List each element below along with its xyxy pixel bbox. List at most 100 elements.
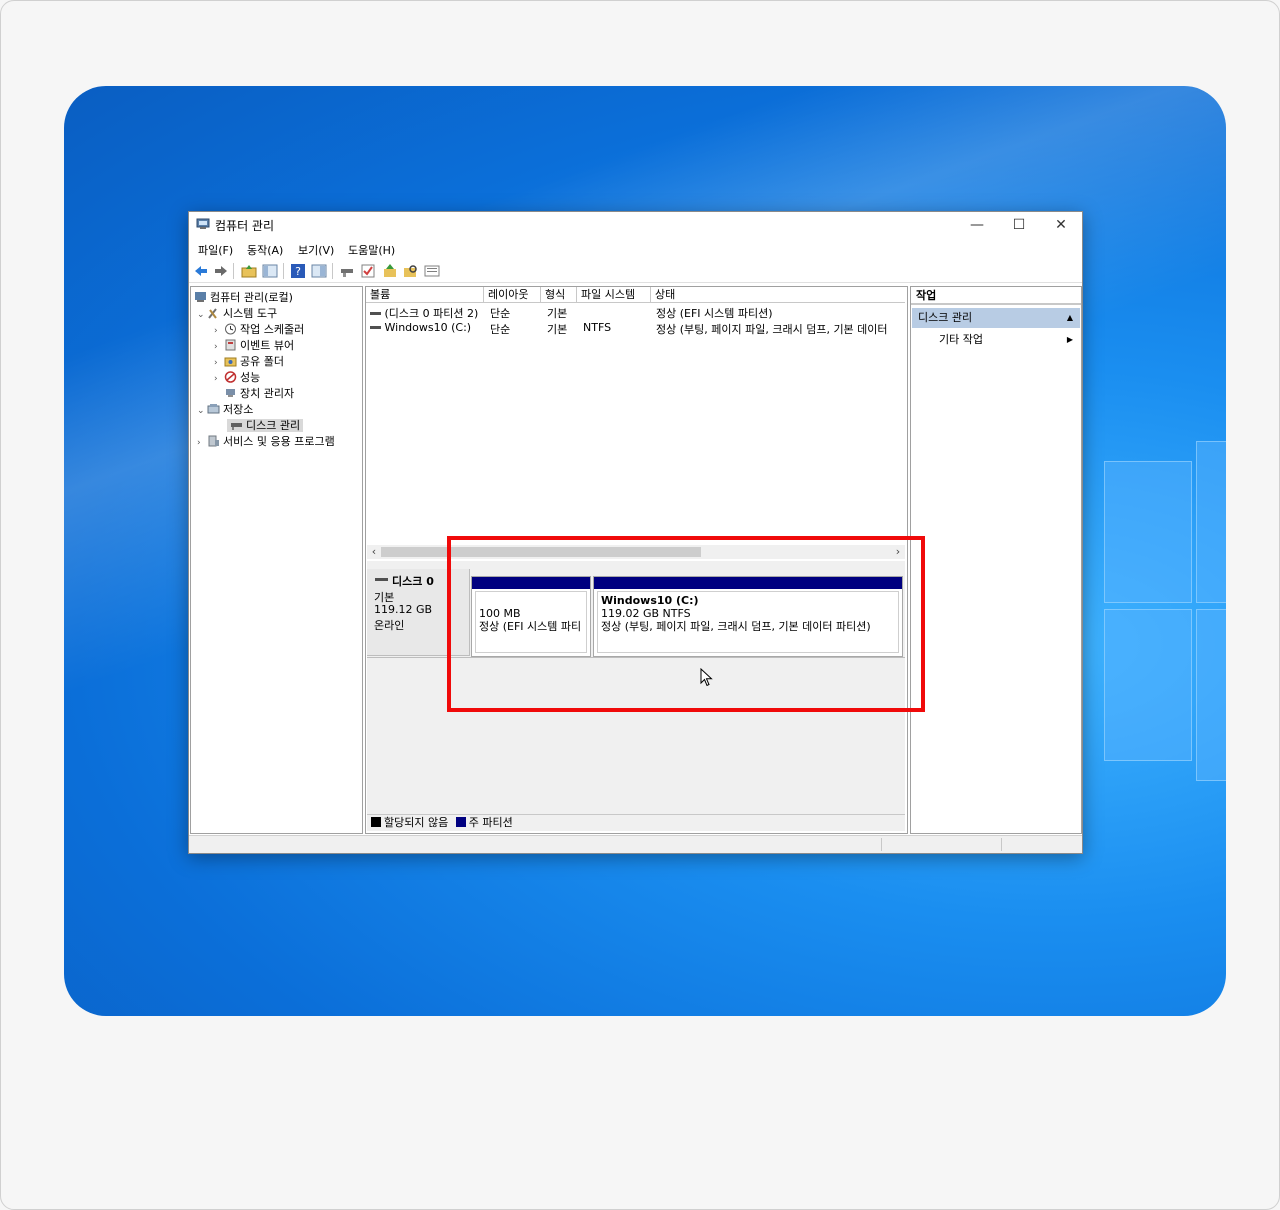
collapse-up-icon[interactable]: ▲ bbox=[1067, 308, 1073, 328]
toolbar-separator bbox=[233, 263, 234, 279]
volume-icon bbox=[370, 326, 381, 329]
chevron-down-icon[interactable]: ⌄ bbox=[197, 406, 207, 416]
status-cell: 정상 (EFI 시스템 파티션) bbox=[656, 307, 773, 320]
status-divider bbox=[1001, 838, 1002, 851]
menu-file[interactable]: 파일(F) bbox=[198, 242, 233, 258]
column-header-filesystem[interactable]: 파일 시스템 bbox=[577, 287, 651, 303]
column-header-type[interactable]: 형식 bbox=[541, 287, 577, 303]
partition-legend: 할당되지 않음 주 파티션 bbox=[367, 814, 905, 831]
search-folder-icon[interactable] bbox=[403, 263, 419, 279]
console-tree-icon[interactable] bbox=[262, 263, 278, 279]
toolbar: ? bbox=[189, 260, 1082, 283]
tree-label: 이벤트 뷰어 bbox=[240, 339, 295, 352]
actions-header: 작업 bbox=[911, 287, 1081, 305]
scroll-left-icon[interactable]: ‹ bbox=[367, 545, 381, 559]
tree-item-services-applications[interactable]: › 서비스 및 응용 프로그램 bbox=[197, 433, 335, 449]
back-arrow-icon[interactable] bbox=[193, 263, 209, 279]
close-button[interactable]: ✕ bbox=[1040, 212, 1082, 238]
volume-name: (디스크 0 파티션 2) bbox=[384, 307, 479, 320]
tree-label: 디스크 관리 bbox=[246, 419, 301, 432]
tree-item-computer-management[interactable]: 컴퓨터 관리(로컬) bbox=[194, 289, 293, 305]
volume-cell: Windows10 (C:) bbox=[370, 321, 471, 334]
disk-drive-icon bbox=[231, 423, 242, 430]
volume-name: Windows10 (C:) bbox=[384, 321, 472, 334]
shared-folder-icon bbox=[224, 357, 237, 367]
tree-label: 장치 관리자 bbox=[240, 387, 295, 400]
column-header-status[interactable]: 상태 bbox=[651, 287, 905, 303]
tree-item-event-viewer[interactable]: › 이벤트 뷰어 bbox=[214, 337, 294, 353]
volume-cell: (디스크 0 파티션 2) bbox=[370, 305, 478, 321]
status-bar bbox=[189, 835, 1082, 853]
section-label: 디스크 관리 bbox=[918, 311, 973, 324]
disk-state: 온라인 bbox=[374, 619, 405, 632]
column-header-layout[interactable]: 레이아웃 bbox=[484, 287, 541, 303]
clock-icon bbox=[225, 323, 236, 335]
tree-label: 공유 폴더 bbox=[240, 355, 284, 368]
connect-icon[interactable] bbox=[339, 263, 355, 279]
menu-bar: 파일(F) 동작(A) 보기(V) 도움말(H) bbox=[189, 239, 1082, 259]
action-label: 기타 작업 bbox=[939, 333, 983, 346]
action-more-actions[interactable]: 기타 작업 ▶ bbox=[911, 331, 1079, 349]
table-row[interactable]: Windows10 (C:) 단순 기본 NTFS 정상 (부팅, 페이지 파일… bbox=[366, 321, 904, 336]
table-row[interactable]: (디스크 0 파티션 2) 단순 기본 정상 (EFI 시스템 파티션) bbox=[366, 305, 904, 320]
mouse-cursor-icon bbox=[700, 668, 713, 687]
chevron-right-icon[interactable]: › bbox=[214, 374, 224, 384]
event-viewer-icon bbox=[225, 339, 236, 351]
chevron-right-icon[interactable]: › bbox=[197, 438, 207, 448]
tree-item-task-scheduler[interactable]: › 작업 스케줄러 bbox=[214, 321, 304, 337]
tree-item-shared-folders[interactable]: › 공유 폴더 bbox=[214, 353, 284, 369]
tree-item-device-manager[interactable]: 장치 관리자 bbox=[224, 385, 294, 401]
status-cell: 정상 (부팅, 페이지 파일, 크래시 덤프, 기본 데이터 bbox=[656, 323, 888, 336]
status-divider bbox=[881, 838, 882, 851]
tree-label: 서비스 및 응용 프로그램 bbox=[223, 435, 335, 448]
chevron-down-icon[interactable]: ⌄ bbox=[197, 310, 207, 320]
properties-pane-icon[interactable] bbox=[311, 263, 327, 279]
layout-cell: 단순 bbox=[490, 307, 511, 320]
primary-swatch bbox=[455, 817, 466, 827]
svg-text:?: ? bbox=[295, 265, 301, 278]
forward-arrow-icon[interactable] bbox=[213, 263, 229, 279]
console-tree: 컴퓨터 관리(로컬) ⌄ 시스템 도구 › 작업 스케줄러 › 이벤트 뷰어 › 공유 … bbox=[190, 286, 363, 834]
tree-label: 성능 bbox=[240, 371, 261, 384]
tree-label: 컴퓨터 관리(로컬) bbox=[210, 291, 293, 304]
toolbar-separator bbox=[332, 263, 333, 279]
toolbar-separator bbox=[283, 263, 284, 279]
tree-item-performance[interactable]: › 성능 bbox=[214, 369, 260, 385]
computer-management-icon bbox=[196, 218, 210, 229]
tree-item-system-tools[interactable]: ⌄ 시스템 도구 bbox=[197, 305, 277, 321]
column-header-volume[interactable]: 볼륨 bbox=[366, 287, 484, 303]
device-manager-icon bbox=[226, 389, 235, 397]
list-view-icon[interactable] bbox=[424, 263, 440, 279]
tree-label: 작업 스케줄러 bbox=[240, 323, 305, 336]
up-folder-icon[interactable] bbox=[241, 263, 257, 279]
type-cell: 기본 bbox=[547, 307, 568, 320]
submenu-arrow-icon: ▶ bbox=[1066, 335, 1073, 344]
storage-icon bbox=[207, 404, 220, 414]
chevron-right-icon[interactable]: › bbox=[214, 342, 224, 352]
chevron-right-icon[interactable]: › bbox=[214, 358, 224, 368]
checklist-icon[interactable] bbox=[360, 263, 376, 279]
actions-pane: 작업 디스크 관리 ▲ 기타 작업 ▶ bbox=[910, 286, 1082, 834]
legend-unallocated: 할당되지 않음 bbox=[384, 816, 449, 829]
actions-section-disk-management[interactable]: 디스크 관리 ▲ bbox=[912, 308, 1080, 328]
title-bar[interactable]: 컴퓨터 관리 — ☐ ✕ bbox=[189, 212, 1082, 238]
menu-view[interactable]: 보기(V) bbox=[298, 242, 334, 258]
performance-icon bbox=[224, 371, 237, 383]
tree-item-storage[interactable]: ⌄ 저장소 bbox=[197, 401, 253, 417]
computer-management-icon bbox=[195, 292, 206, 302]
disk-title: 디스크 0 bbox=[375, 573, 434, 589]
minimize-button[interactable]: — bbox=[956, 212, 998, 238]
chevron-right-icon[interactable]: › bbox=[214, 326, 224, 336]
disk-size: 119.12 GB bbox=[374, 603, 433, 616]
computer-management-window: 컴퓨터 관리 — ☐ ✕ 파일(F) 동작(A) 보기(V) 도움말(H) ? … bbox=[188, 211, 1083, 854]
menu-help[interactable]: 도움말(H) bbox=[348, 242, 395, 258]
tree-item-disk-management[interactable]: 디스크 관리 bbox=[227, 417, 304, 433]
import-icon[interactable] bbox=[382, 263, 398, 279]
layout-cell: 단순 bbox=[490, 323, 511, 336]
unallocated-swatch bbox=[371, 817, 381, 827]
maximize-button[interactable]: ☐ bbox=[998, 212, 1040, 238]
type-cell: 기본 bbox=[547, 323, 568, 336]
disk-drive-icon bbox=[375, 578, 388, 581]
help-icon[interactable]: ? bbox=[290, 263, 306, 279]
menu-action[interactable]: 동작(A) bbox=[247, 242, 283, 258]
